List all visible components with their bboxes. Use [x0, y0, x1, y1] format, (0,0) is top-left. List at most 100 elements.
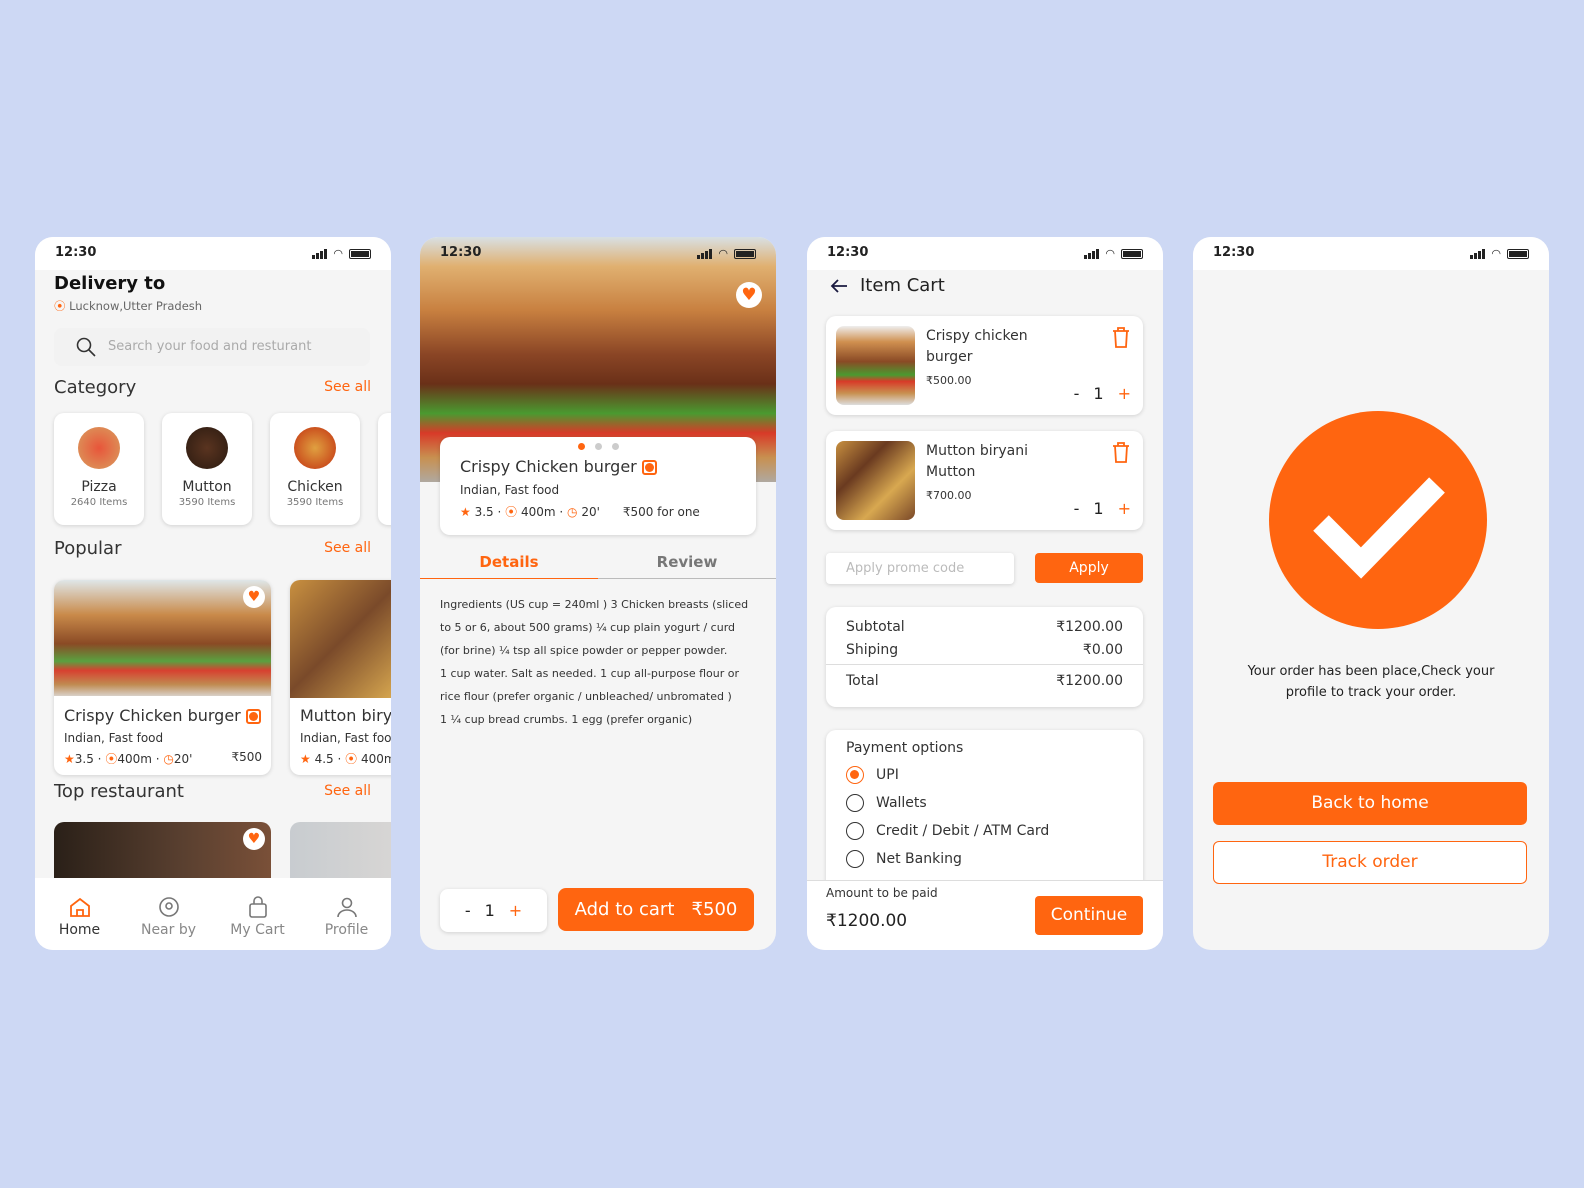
price: ₹500 for one — [622, 505, 700, 519]
message-line: Your order has been place,Check your — [1247, 664, 1495, 679]
category-more[interactable] — [378, 413, 391, 525]
pin-icon: ⦿ — [105, 752, 118, 766]
star-icon: ★ — [300, 752, 311, 766]
search-input[interactable]: Search your food and resturant — [54, 328, 370, 366]
nav-label: Near by — [140, 922, 197, 938]
burger-image — [836, 326, 915, 405]
nav-my-cart[interactable]: My Cart — [218, 896, 298, 950]
search-icon — [76, 337, 96, 357]
location-pin-icon: ⦿ — [54, 299, 66, 313]
radio[interactable] — [846, 794, 864, 812]
minus-button[interactable]: - — [465, 901, 471, 920]
home-screen: 12:30 ◠ Delivery to ⦿ Lucknow,Utter Prade… — [35, 237, 391, 950]
category-pizza[interactable]: Pizza 2640 Items — [54, 413, 144, 525]
nav-profile[interactable]: Profile — [307, 896, 387, 950]
quantity-stepper[interactable]: -1 + — [1074, 384, 1131, 403]
item-name: Crispy Chicken burger — [460, 457, 637, 476]
subtotal-label: Subtotal — [846, 619, 905, 635]
favorite-heart-icon[interactable]: ♥ — [243, 586, 265, 608]
track-order-button[interactable]: Track order — [1213, 841, 1527, 884]
add-to-cart-button[interactable]: Add to cart ₹500 — [558, 888, 754, 931]
amount-label: Amount to be paid — [826, 886, 938, 900]
location[interactable]: ⦿ Lucknow,Utter Pradesh — [54, 298, 202, 314]
promo-code-input[interactable]: Apply prome code — [826, 553, 1014, 584]
minus-button[interactable]: - — [1074, 499, 1080, 518]
clock-icon: ◷ — [163, 752, 174, 766]
restaurant-see-all[interactable]: See all — [324, 783, 371, 799]
location-text: Lucknow,Utter Pradesh — [69, 299, 203, 313]
item-cuisine: Indian, Fast food — [300, 731, 391, 745]
time: 12:30 — [1213, 245, 1255, 260]
add-to-cart-price: ₹500 — [691, 899, 738, 920]
apply-button[interactable]: Apply — [1035, 553, 1143, 583]
favorite-heart-icon[interactable]: ♥ — [243, 828, 265, 850]
rating: 3.5 — [74, 752, 94, 766]
plus-button[interactable]: + — [509, 901, 522, 920]
ingredient-line: rice flour (prefer organic / unbleached/… — [440, 690, 732, 703]
plus-button[interactable]: + — [1118, 384, 1131, 403]
signal-wifi-battery-icon: ◠ — [697, 247, 756, 260]
payment-option-netbanking[interactable]: Net Banking — [846, 850, 1123, 868]
shipping-label: Shiping — [846, 642, 899, 658]
item-cuisine: Indian, Fast food — [64, 731, 164, 745]
checkout-bar: Amount to be paid ₹1200.00 Continue — [807, 880, 1163, 950]
item-name: Mutton — [926, 464, 976, 480]
option-label: Net Banking — [876, 851, 962, 867]
nav-home[interactable]: Home — [40, 896, 120, 950]
time: 12:30 — [827, 245, 869, 260]
payment-option-wallets[interactable]: Wallets — [846, 794, 1123, 812]
trash-icon[interactable] — [1111, 441, 1131, 463]
item-price: ₹700.00 — [926, 489, 972, 502]
pin-icon: ⦿ — [505, 505, 518, 519]
payment-option-card[interactable]: Credit / Debit / ATM Card — [846, 822, 1123, 840]
checkmark-icon — [1269, 411, 1487, 629]
radio-selected[interactable] — [846, 766, 864, 784]
category-chicken[interactable]: Chicken 3590 Items — [270, 413, 360, 525]
signal-wifi-battery-icon: ◠ — [1470, 247, 1529, 260]
minus-button[interactable]: - — [1074, 384, 1080, 403]
option-label: Wallets — [876, 795, 927, 811]
plus-button[interactable]: + — [1118, 499, 1131, 518]
signal-wifi-battery-icon: ◠ — [312, 247, 371, 260]
time: 20' — [581, 505, 600, 519]
veg-icon — [245, 709, 261, 724]
popular-item-biryani[interactable]: Mutton biryani Indian, Fast food ★ 4.5 ·… — [290, 580, 391, 775]
distance: 400m — [360, 752, 391, 766]
cart-item: Mutton biryani Mutton ₹700.00 -1 + — [826, 431, 1143, 530]
tab-details[interactable]: Details — [420, 553, 598, 579]
tab-review[interactable]: Review — [598, 553, 776, 579]
radio[interactable] — [846, 822, 864, 840]
payment-option-upi[interactable]: UPI — [846, 766, 1123, 784]
category-see-all[interactable]: See all — [324, 379, 371, 395]
burger-image — [54, 580, 271, 696]
favorite-heart-icon[interactable]: ♥ — [736, 282, 762, 308]
quantity-stepper[interactable]: -1 + — [1074, 499, 1131, 518]
item-name: Crispy chicken — [926, 328, 1028, 344]
shipping-value: ₹0.00 — [1082, 642, 1123, 658]
category-count: 3590 Items — [178, 497, 236, 508]
back-arrow-icon[interactable] — [829, 277, 849, 295]
status-bar: 12:30 ◠ — [1193, 237, 1549, 270]
popular-item-burger[interactable]: ♥ Crispy Chicken burger Indian, Fast foo… — [54, 580, 271, 775]
trash-icon[interactable] — [1111, 326, 1131, 348]
item-price: ₹500.00 — [926, 374, 972, 387]
continue-button[interactable]: Continue — [1035, 896, 1143, 935]
popular-see-all[interactable]: See all — [324, 540, 371, 556]
veg-icon — [641, 460, 657, 475]
location-icon — [158, 897, 179, 917]
user-icon — [336, 897, 357, 918]
ingredient-line: 1 cup water. Salt as needed. 1 cup all-p… — [440, 667, 740, 680]
nav-near-by[interactable]: Near by — [129, 896, 209, 950]
item-name: Mutton biryani — [300, 706, 391, 725]
star-icon: ★ — [64, 752, 75, 766]
quantity-stepper[interactable]: -1 + — [440, 889, 547, 932]
nav-label: My Cart — [230, 922, 285, 938]
category-title: Category — [54, 377, 137, 398]
back-to-home-button[interactable]: Back to home — [1213, 782, 1527, 825]
carousel-dots[interactable] — [578, 443, 619, 450]
chicken-image — [294, 427, 336, 469]
amount-value: ₹1200.00 — [826, 911, 908, 931]
top-restaurant-title: Top restaurant — [54, 781, 184, 802]
radio[interactable] — [846, 850, 864, 868]
category-mutton[interactable]: Mutton 3590 Items — [162, 413, 252, 525]
